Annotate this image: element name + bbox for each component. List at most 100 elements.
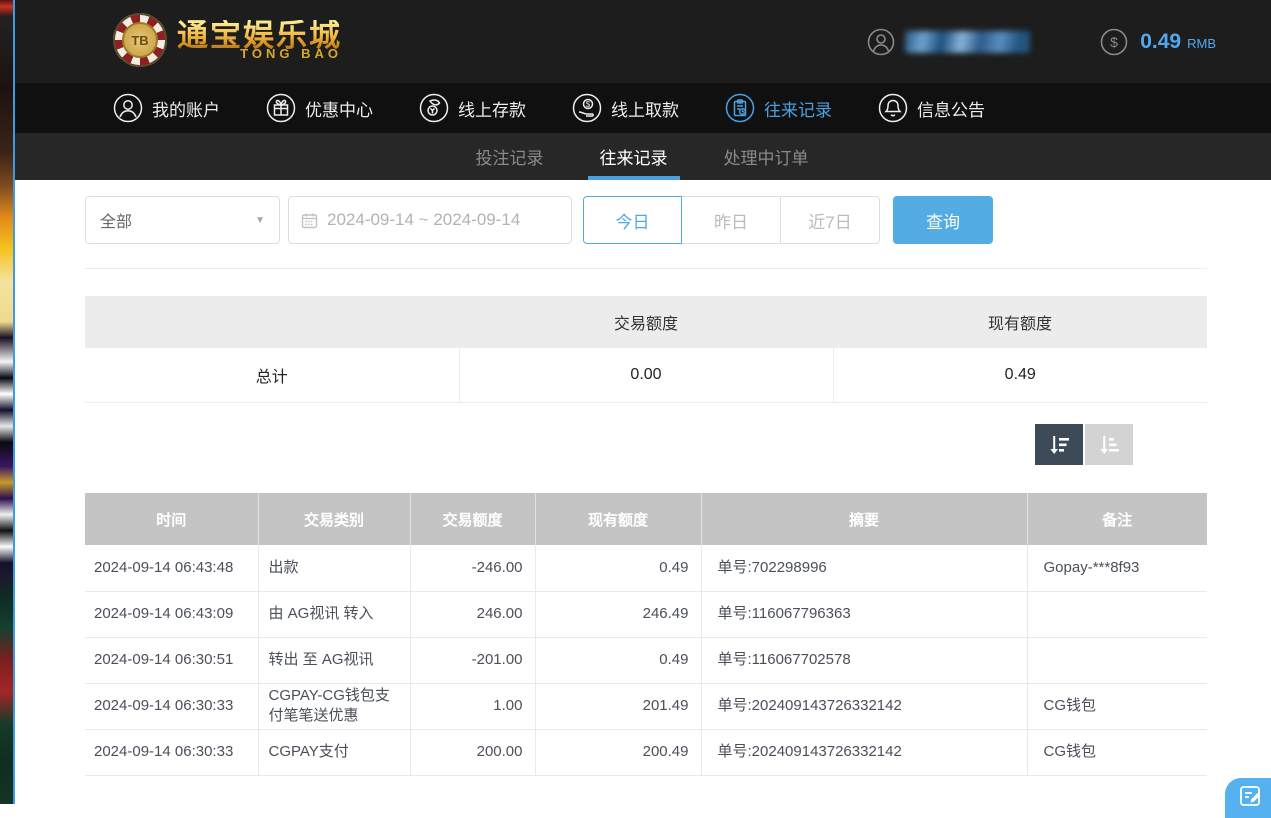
cell-type: 由 AG视讯 转入 xyxy=(258,591,410,637)
cell-time: 2024-09-14 06:43:09 xyxy=(85,591,258,637)
nav-item-my-account[interactable]: 我的账户 xyxy=(113,93,220,123)
sub-tabbar: 投注记录 往来记录 处理中订单 xyxy=(13,133,1271,180)
col-header-type: 交易类别 xyxy=(258,493,410,545)
summary-header-transaction: 交易额度 xyxy=(459,296,833,348)
sort-descending-icon xyxy=(1046,432,1072,458)
cell-summary: 单号:702298996 xyxy=(701,545,1027,591)
nav-label: 线上取款 xyxy=(611,96,679,121)
sort-buttons xyxy=(1035,424,1133,465)
cell-amount: -246.00 xyxy=(410,545,535,591)
col-header-balance: 现有额度 xyxy=(535,493,701,545)
transactions-header-row: 时间 交易类别 交易额度 现有额度 摘要 备注 xyxy=(85,493,1207,545)
user-icon xyxy=(113,93,143,123)
cell-note xyxy=(1027,591,1207,637)
cell-balance: 0.49 xyxy=(535,637,701,683)
tab-betting-records[interactable]: 投注记录 xyxy=(470,133,550,180)
summary-current-total: 0.49 xyxy=(833,348,1207,403)
summary-transaction-total: 0.00 xyxy=(459,348,833,403)
balance-currency: RMB xyxy=(1187,36,1216,51)
cell-type: 出款 xyxy=(258,545,410,591)
cell-time: 2024-09-14 06:30:51 xyxy=(85,637,258,683)
section-divider xyxy=(85,268,1207,269)
nav-label: 线上存款 xyxy=(458,96,526,121)
quick-range-yesterday[interactable]: 昨日 xyxy=(682,196,781,244)
summary-total-label: 总计 xyxy=(85,348,459,403)
category-select[interactable]: 全部 ▼ xyxy=(85,196,280,244)
nav-item-withdraw[interactable]: $ 线上取款 xyxy=(572,93,679,123)
col-header-amount: 交易额度 xyxy=(410,493,535,545)
gift-icon xyxy=(266,93,296,123)
cell-summary: 单号:202409143726332142 xyxy=(701,683,1027,729)
svg-text:$: $ xyxy=(1110,34,1118,50)
date-range-value: 2024-09-14 ~ 2024-09-14 xyxy=(327,210,520,230)
cell-note xyxy=(1027,637,1207,683)
cell-type: CGPAY-CG钱包支付笔笔送优惠 xyxy=(258,683,410,729)
cell-note: CG钱包 xyxy=(1027,729,1207,775)
balance-amount: 0.49 xyxy=(1140,30,1181,54)
cell-amount: 1.00 xyxy=(410,683,535,729)
summary-table: 交易额度 现有额度 总计 0.00 0.49 xyxy=(85,296,1207,403)
cell-note: CG钱包 xyxy=(1027,683,1207,729)
table-row: 2024-09-14 06:30:33 CGPAY-CG钱包支付笔笔送优惠 1.… xyxy=(85,683,1207,729)
nav-item-announcements[interactable]: 信息公告 xyxy=(878,93,985,123)
background-banner-strip xyxy=(0,0,15,804)
nav-item-promotions[interactable]: 优惠中心 xyxy=(266,93,373,123)
main-window: TB 通宝娱乐城 TONG BAO $ 0.49 xyxy=(13,0,1271,804)
nav-label: 往来记录 xyxy=(764,96,832,121)
query-button[interactable]: 查询 xyxy=(893,196,993,244)
cell-time: 2024-09-14 06:43:48 xyxy=(85,545,258,591)
brand-logo[interactable]: TB 通宝娱乐城 TONG BAO xyxy=(113,13,342,67)
cell-time: 2024-09-14 06:30:33 xyxy=(85,683,258,729)
nav-item-records[interactable]: 往来记录 xyxy=(725,93,832,123)
summary-header-current: 现有额度 xyxy=(833,296,1207,348)
chevron-down-icon: ▼ xyxy=(255,215,265,226)
deposit-icon xyxy=(419,93,449,123)
cell-note: Gopay-***8f93 xyxy=(1027,545,1207,591)
sort-descending-button[interactable] xyxy=(1035,424,1083,465)
transactions-table: 时间 交易类别 交易额度 现有额度 摘要 备注 2024-09-14 06:43… xyxy=(85,493,1207,776)
category-selected-value: 全部 xyxy=(100,208,132,232)
cell-balance: 0.49 xyxy=(535,545,701,591)
transactions-body: 2024-09-14 06:43:48 出款 -246.00 0.49 单号:7… xyxy=(85,545,1207,775)
username-redacted[interactable] xyxy=(905,31,1030,53)
bell-icon xyxy=(878,93,908,123)
sort-ascending-button[interactable] xyxy=(1085,424,1133,465)
quick-range-group: 今日 昨日 近7日 xyxy=(583,196,880,244)
date-range-input[interactable]: 2024-09-14 ~ 2024-09-14 xyxy=(288,196,572,244)
col-header-note: 备注 xyxy=(1027,493,1207,545)
summary-header-empty xyxy=(85,296,459,348)
table-row: 2024-09-14 06:30:51 转出 至 AG视讯 -201.00 0.… xyxy=(85,637,1207,683)
col-header-time: 时间 xyxy=(85,493,258,545)
quick-range-last7days[interactable]: 近7日 xyxy=(781,196,880,244)
table-row: 2024-09-14 06:43:09 由 AG视讯 转入 246.00 246… xyxy=(85,591,1207,637)
cell-type: CGPAY支付 xyxy=(258,729,410,775)
calendar-icon xyxy=(301,212,318,229)
svg-text:$: $ xyxy=(586,100,591,109)
table-row: 2024-09-14 06:43:48 出款 -246.00 0.49 单号:7… xyxy=(85,545,1207,591)
tab-transaction-records[interactable]: 往来记录 xyxy=(594,133,674,180)
nav-item-deposit[interactable]: 线上存款 xyxy=(419,93,526,123)
nav-label: 优惠中心 xyxy=(305,96,373,121)
tab-pending-orders[interactable]: 处理中订单 xyxy=(718,133,815,180)
cell-summary: 单号:116067702578 xyxy=(701,637,1027,683)
balance-group[interactable]: $ 0.49 RMB xyxy=(1100,28,1216,56)
summary-header-row: 交易额度 现有额度 xyxy=(85,296,1207,348)
cell-amount: 246.00 xyxy=(410,591,535,637)
user-avatar-icon xyxy=(867,28,895,56)
cell-time: 2024-09-14 06:30:33 xyxy=(85,729,258,775)
feedback-button[interactable] xyxy=(1225,778,1271,818)
content-area: 全部 ▼ 2024-09-14 ~ 2024-09-14 今日 昨日 近7日 查… xyxy=(13,180,1271,804)
cell-amount: -201.00 xyxy=(410,637,535,683)
withdraw-icon: $ xyxy=(572,93,602,123)
nav-label: 信息公告 xyxy=(917,96,985,121)
quick-range-today[interactable]: 今日 xyxy=(583,196,682,244)
main-nav: 我的账户 优惠中心 线上存款 $ 线上取款 xyxy=(13,83,1271,133)
col-header-summary: 摘要 xyxy=(701,493,1027,545)
cell-balance: 246.49 xyxy=(535,591,701,637)
table-row: 2024-09-14 06:30:33 CGPAY支付 200.00 200.4… xyxy=(85,729,1207,775)
records-icon xyxy=(725,93,755,123)
cell-summary: 单号:116067796363 xyxy=(701,591,1027,637)
cell-balance: 200.49 xyxy=(535,729,701,775)
sort-ascending-icon xyxy=(1096,432,1122,458)
edit-document-icon xyxy=(1238,784,1264,810)
